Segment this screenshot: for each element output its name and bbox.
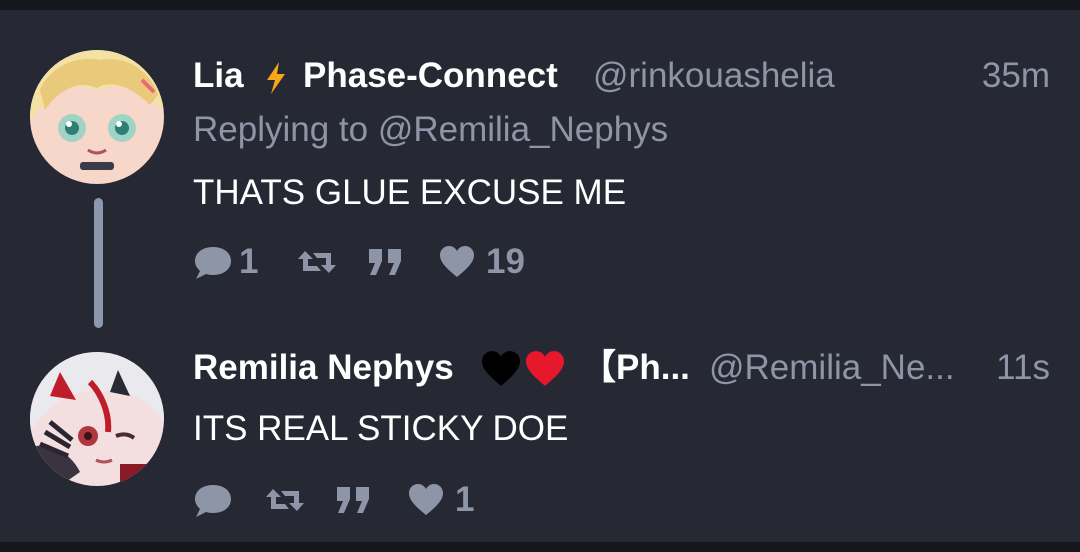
timestamp[interactable]: 35m <box>982 56 1050 96</box>
tweet-text: ITS REAL STICKY DOE <box>193 409 569 448</box>
retweet-button[interactable] <box>265 480 305 520</box>
display-name-text: Lia <box>193 56 244 95</box>
lightning-icon <box>267 62 285 94</box>
display-name-suffix: 【Ph... <box>581 348 690 387</box>
reply-count: 1 <box>239 242 259 281</box>
like-button[interactable]: 19 <box>438 242 538 282</box>
tweet-header: Lia Phase-Connect @rinkouashelia 35m <box>193 56 1050 96</box>
timestamp[interactable]: 11s <box>996 348 1050 388</box>
heart-icon <box>409 484 443 515</box>
thread-connector <box>94 198 103 328</box>
quote-button[interactable] <box>366 242 406 282</box>
tweet-text: THATS GLUE EXCUSE ME <box>193 173 627 212</box>
tweet[interactable]: Remilia Nephys 【Ph... @Remilia_Ne... 11s… <box>0 322 1080 542</box>
replying-to[interactable]: Replying to @Remilia_Nephys <box>193 110 668 150</box>
avatar[interactable] <box>30 50 164 184</box>
tweet-header: Remilia Nephys 【Ph... @Remilia_Ne... 11s <box>193 348 1050 388</box>
retweet-icon <box>298 251 336 273</box>
avatar[interactable] <box>30 352 164 486</box>
comment-icon <box>195 247 231 279</box>
reply-button[interactable] <box>193 480 237 520</box>
display-name[interactable]: Lia <box>193 56 244 96</box>
quote-icon <box>369 249 401 275</box>
tweet[interactable]: Lia Phase-Connect @rinkouashelia 35m Rep… <box>0 10 1080 300</box>
retweet-icon <box>266 489 304 511</box>
avatar-image <box>30 352 164 486</box>
comment-icon <box>195 485 231 517</box>
reply-button[interactable]: 1 <box>193 242 273 282</box>
display-name[interactable]: Remilia Nephys <box>193 348 454 388</box>
display-name-suffix: Phase-Connect <box>303 56 558 95</box>
black-heart-icon <box>482 351 520 386</box>
heart-icon <box>440 246 474 277</box>
user-handle[interactable]: @Remilia_Ne... <box>709 348 955 388</box>
quote-button[interactable] <box>334 480 374 520</box>
like-count: 1 <box>455 480 475 519</box>
red-heart-icon <box>526 351 564 386</box>
like-button[interactable]: 1 <box>407 480 487 520</box>
timeline-panel: Lia Phase-Connect @rinkouashelia 35m Rep… <box>0 10 1080 542</box>
user-handle[interactable]: @rinkouashelia <box>593 56 835 96</box>
retweet-button[interactable] <box>297 242 337 282</box>
avatar-image <box>30 50 164 184</box>
quote-icon <box>337 487 369 513</box>
like-count: 19 <box>486 242 525 281</box>
